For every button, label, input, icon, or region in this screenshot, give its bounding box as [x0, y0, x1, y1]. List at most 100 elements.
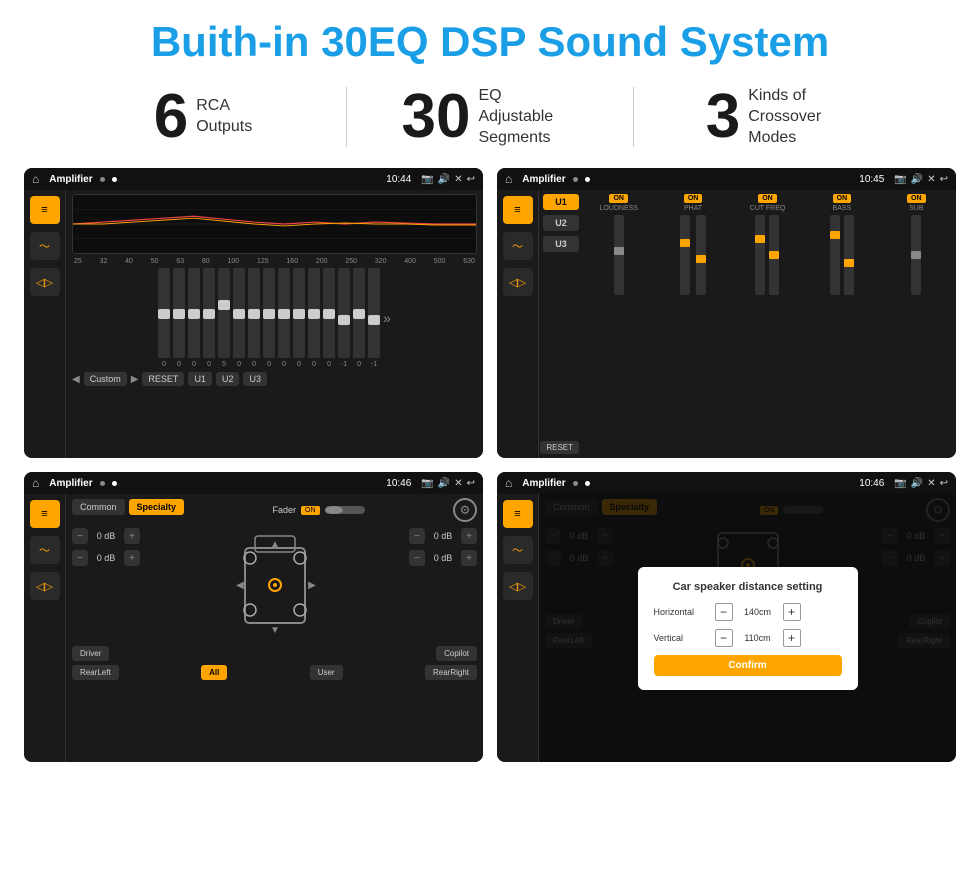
eq-slider-6[interactable] — [233, 268, 245, 358]
eq-slider-10[interactable] — [293, 268, 305, 358]
eq-col-11: 0 — [308, 268, 320, 368]
amp2-sidebar-btn-1[interactable]: ≡ — [503, 196, 533, 224]
cross4-sidebar-btn-1[interactable]: ≡ — [503, 500, 533, 528]
vol-plus-1[interactable]: + — [124, 528, 140, 544]
eq-prev-icon[interactable]: ◀ — [72, 374, 80, 385]
eq-slider-12[interactable] — [323, 268, 335, 358]
vol-minus-r1[interactable]: − — [409, 528, 425, 544]
vol-minus-2[interactable]: − — [72, 550, 88, 566]
settings-icon[interactable]: ⚙ — [453, 498, 477, 522]
dialog-horizontal-plus[interactable]: + — [783, 603, 801, 621]
dot-2b — [585, 177, 590, 182]
btn-driver[interactable]: Driver — [72, 646, 109, 661]
vol-minus-1[interactable]: − — [72, 528, 88, 544]
eq-u1-btn[interactable]: U1 — [188, 372, 212, 386]
phat-slider-2[interactable] — [696, 215, 706, 295]
eq-slider-5[interactable] — [218, 268, 230, 358]
eq-slider-4[interactable] — [203, 268, 215, 358]
freq-32: 32 — [100, 258, 108, 265]
eq-slider-1[interactable] — [158, 268, 170, 358]
status-bar-4: ⌂ Amplifier 10:46 📷 🔊 ✕ ↩ — [497, 472, 956, 494]
amp2-sidebar-btn-2[interactable]: 〜 — [503, 232, 533, 260]
screenshots-grid: ⌂ Amplifier 10:44 📷 🔊 ✕ ↩ ≡ 〜 ◁▷ — [0, 162, 980, 772]
stat-eq-label: EQ Adjustable Segments — [478, 86, 578, 148]
eq-col-5: 5 — [218, 268, 230, 368]
cutfreq-slider-1[interactable] — [755, 215, 765, 295]
fader-label: Fader — [273, 505, 297, 515]
amp2-reset-btn[interactable]: RESET — [540, 441, 579, 454]
ctrl-phat-on[interactable]: ON — [684, 194, 703, 203]
home-icon-4: ⌂ — [505, 476, 512, 490]
eq-sidebar-btn-3[interactable]: ◁▷ — [30, 268, 60, 296]
dialog-vertical-plus[interactable]: + — [783, 629, 801, 647]
stat-eq: 30 EQ Adjustable Segments — [347, 86, 633, 148]
vol-plus-r2[interactable]: + — [461, 550, 477, 566]
eq-body: ≡ 〜 ◁▷ — [24, 190, 483, 458]
eq-slider-11[interactable] — [308, 268, 320, 358]
page-title: Buith-in 30EQ DSP Sound System — [20, 18, 960, 66]
fader-slider[interactable] — [325, 506, 365, 514]
btn-user[interactable]: User — [310, 665, 343, 680]
btn-copilot[interactable]: Copilot — [436, 646, 477, 661]
vol-minus-r2[interactable]: − — [409, 550, 425, 566]
confirm-button[interactable]: Confirm — [654, 655, 842, 676]
amp2-preset-u2[interactable]: U2 — [543, 215, 579, 231]
eq-u2-btn[interactable]: U2 — [216, 372, 240, 386]
eq-reset-btn[interactable]: RESET — [142, 372, 184, 386]
ctrl-loudness-slider[interactable] — [614, 215, 624, 295]
eq-sidebar-btn-2[interactable]: 〜 — [30, 232, 60, 260]
ctrl-sub-slider[interactable] — [911, 215, 921, 295]
ctrl-sub-on[interactable]: ON — [907, 194, 926, 203]
dot-4a — [573, 481, 578, 486]
cross4-sidebar-btn-2[interactable]: 〜 — [503, 536, 533, 564]
fader-on-btn[interactable]: ON — [301, 506, 320, 515]
back-icon-4: ↩ — [940, 478, 948, 489]
eq-slider-15[interactable] — [368, 268, 380, 358]
dot-1b — [112, 177, 117, 182]
ctrl-phat-label: PHAT — [684, 205, 702, 212]
dot-4b — [585, 481, 590, 486]
btn-rearleft[interactable]: RearLeft — [72, 665, 119, 680]
freq-500: 500 — [434, 258, 446, 265]
amp2-preset-u3[interactable]: U3 — [543, 236, 579, 252]
eq-sidebar-btn-1[interactable]: ≡ — [30, 196, 60, 224]
cross-sidebar-btn-2[interactable]: 〜 — [30, 536, 60, 564]
eq-u3-btn[interactable]: U3 — [243, 372, 267, 386]
cross-sidebar-btn-3[interactable]: ◁▷ — [30, 572, 60, 600]
eq-slider-14[interactable] — [353, 268, 365, 358]
bass-slider-1[interactable] — [830, 215, 840, 295]
dialog-horizontal-minus[interactable]: − — [715, 603, 733, 621]
screen-amp2: ⌂ Amplifier 10:45 📷 🔊 ✕ ↩ ≡ 〜 ◁▷ U1 U2 — [497, 168, 956, 458]
eq-slider-7[interactable] — [248, 268, 260, 358]
eq-more-icon: » — [383, 310, 391, 326]
status-bar-2: ⌂ Amplifier 10:45 📷 🔊 ✕ ↩ — [497, 168, 956, 190]
eq-slider-13[interactable] — [338, 268, 350, 358]
cross-sidebar-btn-1[interactable]: ≡ — [30, 500, 60, 528]
ctrl-bass-on[interactable]: ON — [833, 194, 852, 203]
vol-plus-2[interactable]: + — [124, 550, 140, 566]
dialog-vertical-value: 110cm — [739, 633, 777, 643]
amp2-sidebar-btn-3[interactable]: ◁▷ — [503, 268, 533, 296]
ctrl-loudness-on[interactable]: ON — [609, 194, 628, 203]
vol-val-2: 0 dB — [92, 553, 120, 563]
amp2-preset-u1[interactable]: U1 — [543, 194, 579, 210]
vol-val-r2: 0 dB — [429, 553, 457, 563]
bass-slider-2[interactable] — [844, 215, 854, 295]
tab-specialty[interactable]: Specialty — [129, 499, 185, 515]
btn-rearright[interactable]: RearRight — [425, 665, 477, 680]
vol-plus-r1[interactable]: + — [461, 528, 477, 544]
cross4-sidebar-btn-3[interactable]: ◁▷ — [503, 572, 533, 600]
phat-slider-1[interactable] — [680, 215, 690, 295]
eq-slider-9[interactable] — [278, 268, 290, 358]
dialog-vertical-minus[interactable]: − — [715, 629, 733, 647]
eq-next-icon[interactable]: ▶ — [131, 374, 139, 385]
ctrl-cutfreq: ON CUT FREQ — [732, 194, 803, 454]
eq-slider-3[interactable] — [188, 268, 200, 358]
cutfreq-slider-2[interactable] — [769, 215, 779, 295]
eq-slider-2[interactable] — [173, 268, 185, 358]
stat-rca: 6 RCA Outputs — [60, 86, 346, 148]
eq-slider-8[interactable] — [263, 268, 275, 358]
tab-common[interactable]: Common — [72, 499, 125, 515]
ctrl-cutfreq-on[interactable]: ON — [758, 194, 777, 203]
btn-all[interactable]: All — [201, 665, 227, 680]
